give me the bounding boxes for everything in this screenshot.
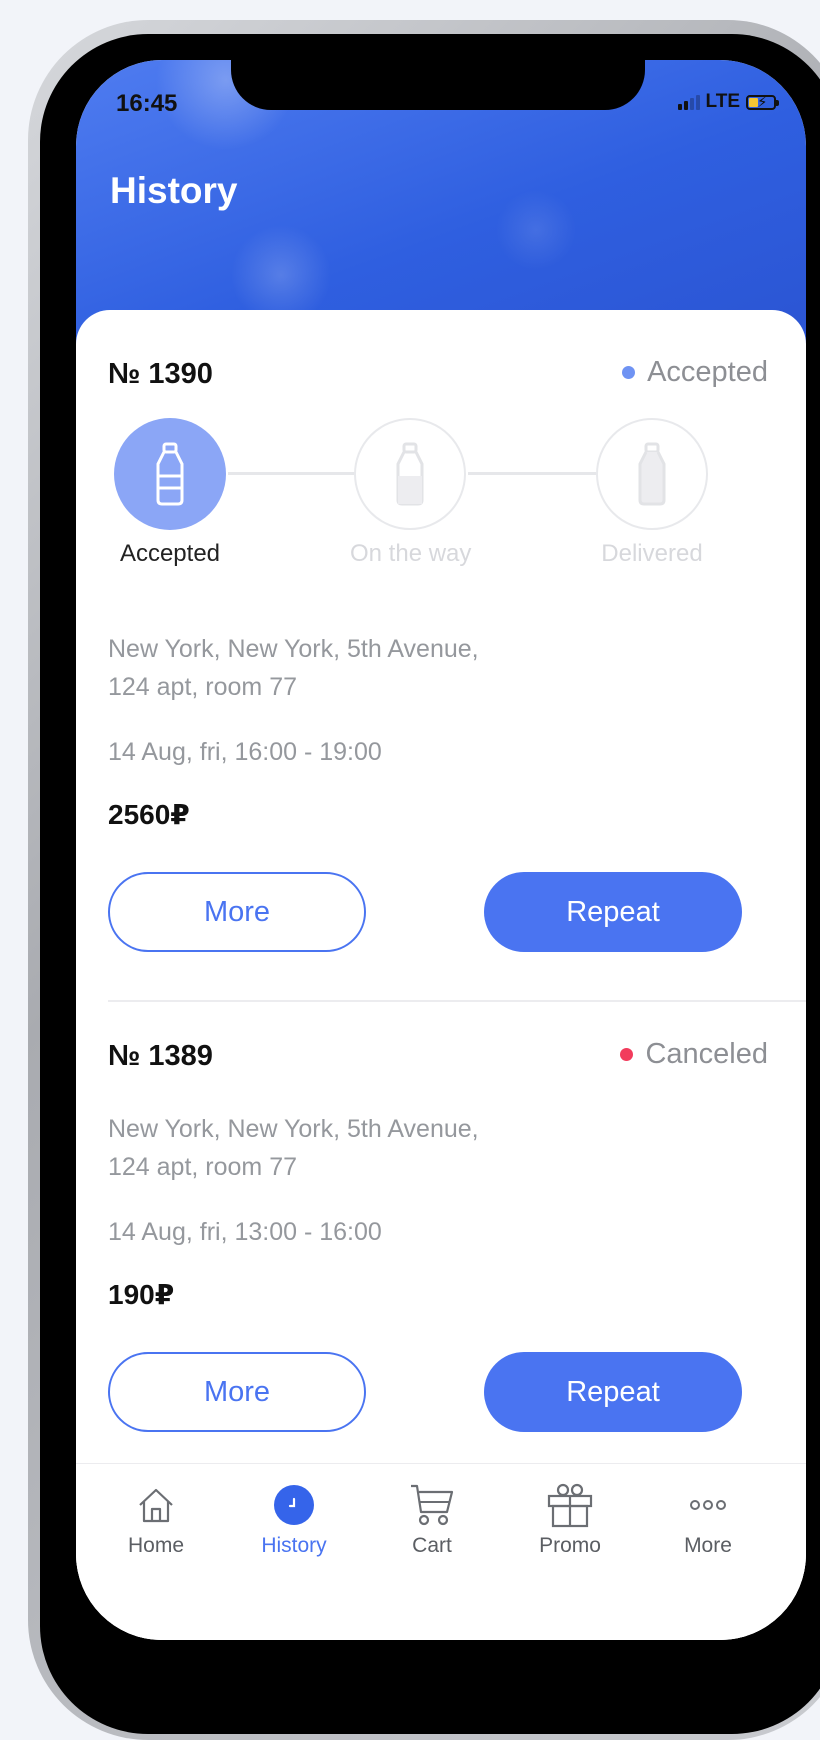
home-icon [96,1482,216,1528]
bottle-icon [638,442,666,506]
tab-label: Promo [539,1534,601,1557]
app-screen: 16:45 LTE ⚡ History № 1390 Accepted Acce… [76,60,806,1640]
step-on-the-way: On the way [350,418,472,568]
order-address: New York, New York, 5th Avenue, 124 apt,… [108,635,479,701]
battery-icon: ⚡ [746,94,779,111]
repeat-button[interactable]: Repeat [484,1352,742,1432]
network-label: LTE [705,91,740,112]
tab-bar: Home History Cart Promo More [76,1463,806,1640]
order-number: № 1389 [108,1040,213,1072]
progress-connector [468,472,596,475]
bottle-icon [396,442,424,506]
status-badge: Accepted [622,356,768,389]
status-dot [620,1048,634,1061]
tab-home[interactable]: Home [96,1482,216,1558]
more-button[interactable]: More [108,872,366,952]
page-title: History [110,170,238,211]
order-price: 2560₽ [108,799,190,830]
step-label: Delivered [601,540,703,567]
tab-label: More [684,1534,732,1557]
progress-connector [228,472,356,475]
tab-promo[interactable]: Promo [510,1482,630,1558]
status-label: Accepted [647,356,768,388]
signal-icon [677,94,700,110]
status-time: 16:45 [116,90,178,117]
status-badge: Canceled [620,1038,768,1071]
clock-icon [274,1485,314,1525]
divider [108,1000,806,1002]
status-dot [622,366,636,379]
step-delivered: Delivered [592,418,712,568]
repeat-button[interactable]: Repeat [484,872,742,952]
more-button[interactable]: More [108,1352,366,1432]
order-time: 14 Aug, fri, 13:00 - 16:00 [108,1218,382,1246]
order-list[interactable]: № 1390 Accepted Accepted On the way Deli… [76,310,806,1640]
tab-label: Cart [412,1534,452,1557]
tab-label: History [261,1534,327,1557]
status-icons: LTE ⚡ [677,91,779,113]
order-address: New York, New York, 5th Avenue, 124 apt,… [108,1115,479,1181]
tab-label: Home [127,1534,185,1557]
step-label: On the way [350,540,472,567]
delivery-progress: Accepted On the way Delivered [110,418,710,567]
order-number: № 1390 [108,358,213,390]
gift-icon [510,1482,630,1528]
status-label: Canceled [645,1038,768,1070]
tab-history[interactable]: History [234,1482,354,1558]
cart-icon [372,1482,492,1528]
more-dots-icon [648,1482,768,1528]
step-accepted: Accepted [110,418,230,568]
order-price: 190₽ [108,1279,175,1310]
order-time: 14 Aug, fri, 16:00 - 19:00 [108,738,382,766]
step-label: Accepted [119,540,221,567]
phone-notch [231,60,645,110]
tab-cart[interactable]: Cart [372,1482,492,1558]
tab-more[interactable]: More [648,1482,768,1558]
bottle-icon [156,442,184,506]
